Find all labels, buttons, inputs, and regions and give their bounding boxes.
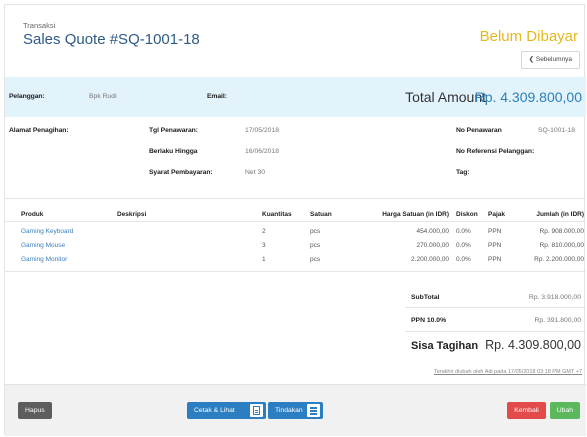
col-kuantitas: Kuantitas: [262, 211, 292, 218]
row-discount: 0.0%: [456, 228, 471, 235]
product-link-gaming-mouse[interactable]: Gaming Mouse: [21, 242, 65, 249]
summary-divider: [405, 331, 586, 332]
row-discount: 0.0%: [456, 256, 471, 263]
balance-due-label: Sisa Tagihan: [411, 340, 479, 352]
col-jumlah: Jumlah (in IDR): [536, 211, 584, 218]
summary-divider: [405, 307, 586, 308]
document-icon: [250, 404, 263, 417]
row-discount: 0.0%: [456, 242, 471, 249]
row-amount: Rp. 2.200.000,00: [534, 256, 584, 263]
print-view-label: Cetak & Lihat: [194, 407, 235, 414]
quote-date-label: Tgl Penawaran:: [149, 127, 198, 134]
table-header-divider: [5, 221, 586, 222]
product-link-gaming-keyboard[interactable]: Gaming Keyboard: [21, 228, 73, 235]
valid-until-label: Berlaku Hingga: [149, 148, 198, 155]
row-tax: PPN: [488, 256, 502, 263]
row-unit: pcs: [310, 228, 321, 235]
billing-address-label: Alamat Penagihan:: [9, 127, 69, 134]
subtotal-value: Rp. 3.918.000,00: [528, 294, 581, 301]
previous-button[interactable]: ❮ Sebelumnya: [520, 51, 580, 69]
edit-button[interactable]: Ubah: [549, 402, 580, 419]
col-pajak: Pajak: [488, 211, 505, 218]
total-amount-value: Rp. 4.309.800,00: [474, 89, 582, 105]
status-badge: Belum Dibayar: [479, 28, 578, 45]
row-unit-price: 454.000,00: [416, 228, 449, 235]
tax-value: Rp. 391.800,00: [534, 317, 581, 324]
customer-value: Bpk Rudi: [89, 93, 117, 100]
sales-quote-page: Transaksi Sales Quote #SQ-1001-18 Belum …: [4, 4, 586, 436]
print-view-button[interactable]: Cetak & Lihat: [187, 402, 266, 419]
payment-terms-label: Syarat Pembayaran:: [149, 169, 213, 176]
delete-button[interactable]: Hapus: [18, 402, 52, 419]
quote-number-label: No Penawaran: [456, 127, 502, 134]
row-tax: PPN: [488, 242, 502, 249]
page-title: Sales Quote #SQ-1001-18: [23, 31, 200, 48]
col-satuan: Satuan: [310, 211, 332, 218]
back-button[interactable]: Kembali: [507, 402, 546, 419]
breadcrumb: Transaksi: [23, 21, 56, 30]
balance-due-value: Rp. 4.309.800,00: [485, 338, 581, 352]
action-footer: Hapus Cetak & Lihat Tindakan Kembali Uba…: [5, 384, 586, 436]
row-unit: pcs: [310, 256, 321, 263]
actions-button[interactable]: Tindakan: [268, 402, 323, 419]
row-unit-price: 270.000,00: [416, 242, 449, 249]
quote-date-value: 17/05/2018: [245, 127, 280, 134]
col-harga: Harga Satuan (in IDR): [382, 211, 449, 218]
customer-label: Pelanggan:: [9, 93, 45, 100]
product-link-gaming-monitor[interactable]: Gaming Monitor: [21, 256, 67, 263]
actions-label: Tindakan: [275, 407, 303, 414]
last-modified-note[interactable]: Terakhir diubah oleh Adi pada 17/05/2018…: [434, 369, 582, 375]
col-diskon: Diskon: [456, 211, 478, 218]
payment-terms-value: Net 30: [245, 169, 266, 176]
row-unit-price: 2.200.000,00: [411, 256, 449, 263]
row-quantity: 3: [262, 242, 266, 249]
row-quantity: 1: [262, 256, 266, 263]
table-bottom-divider: [5, 271, 586, 272]
customer-reference-label: No Referensi Pelanggan:: [456, 148, 535, 155]
row-quantity: 2: [262, 228, 266, 235]
row-tax: PPN: [488, 228, 502, 235]
row-amount: Rp. 908.000,00: [539, 228, 584, 235]
quote-number-value: SQ-1001-18: [538, 127, 576, 134]
email-label: Email:: [207, 93, 227, 100]
col-produk: Produk: [21, 211, 44, 218]
tag-label: Tag:: [456, 169, 470, 176]
row-amount: Rp. 810.000,00: [539, 242, 584, 249]
valid-until-value: 16/06/2018: [245, 148, 280, 155]
section-divider: [5, 198, 586, 199]
tax-label: PPN 10.0%: [411, 317, 447, 324]
menu-list-icon: [307, 404, 320, 417]
col-deskripsi: Deskripsi: [117, 211, 147, 218]
subtotal-label: SubTotal: [411, 294, 440, 301]
row-unit: pcs: [310, 242, 321, 249]
